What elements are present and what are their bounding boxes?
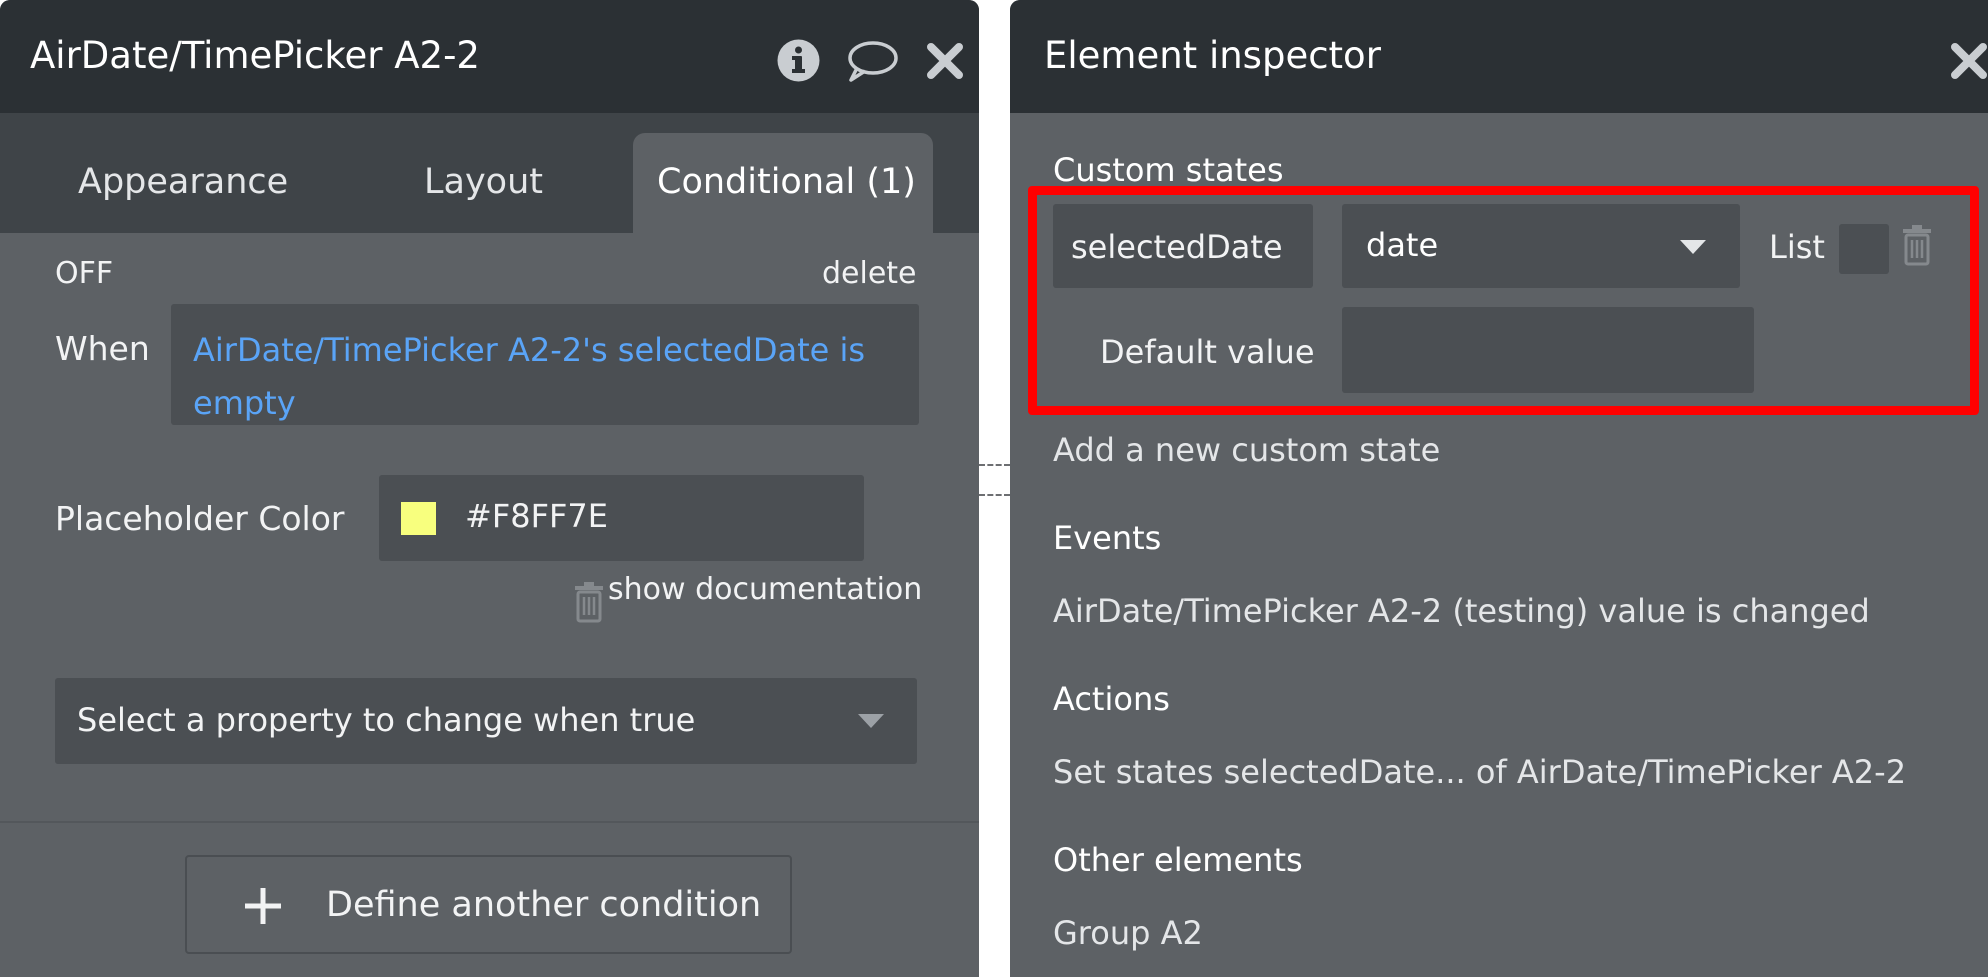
chevron-down-icon [858,714,884,728]
comment-icon[interactable] [845,38,899,84]
other-elements-heading: Other elements [1053,841,1303,879]
color-field[interactable]: #F8FF7E [379,475,864,561]
property-editor-titlebar: AirDate/TimePicker A2-2 [0,0,979,113]
tab-bar: Appearance Layout Conditional (1) [0,113,979,233]
section-divider [0,821,979,823]
property-select-placeholder: Select a property to change when true [77,701,696,739]
property-select-dropdown[interactable]: Select a property to change when true [55,678,917,764]
action-item[interactable]: Set states selectedDate... of AirDate/Ti… [1053,753,1906,791]
show-documentation-link[interactable]: show documentation [608,572,922,607]
when-label: When [55,329,150,368]
plus-icon [245,888,281,924]
event-item[interactable]: AirDate/TimePicker A2-2 (testing) value … [1053,592,1870,630]
element-inspector-titlebar: Element inspector [1010,0,1988,113]
trash-icon[interactable] [572,581,606,623]
events-heading: Events [1053,519,1162,557]
color-swatch[interactable] [401,502,436,535]
tab-layout[interactable]: Layout [424,162,543,202]
tab-appearance[interactable]: Appearance [78,162,288,202]
define-another-condition-button[interactable]: Define another condition [185,855,792,954]
add-custom-state-link[interactable]: Add a new custom state [1053,431,1440,469]
info-icon[interactable] [776,38,821,83]
other-element-item[interactable]: Group A2 [1053,914,1203,952]
when-expression-field[interactable]: AirDate/TimePicker A2-2's selectedDate i… [171,304,919,425]
color-hex-value[interactable]: #F8FF7E [465,497,608,535]
condition-status-toggle[interactable]: OFF [55,256,113,291]
placeholder-color-label: Placeholder Color [55,499,345,538]
delete-condition-link[interactable]: delete [822,256,917,291]
connector-line [979,464,1010,466]
actions-heading: Actions [1053,680,1170,718]
close-icon[interactable] [1950,42,1988,80]
element-title: AirDate/TimePicker A2-2 [30,34,480,77]
property-editor-panel: AirDate/TimePicker A2-2 Appearance Layou… [0,0,979,977]
element-inspector-panel: Element inspector Custom states selected… [1010,0,1988,977]
when-expression[interactable]: AirDate/TimePicker A2-2's selectedDate i… [193,324,893,430]
inspector-title: Element inspector [1044,34,1381,77]
define-another-condition-label: Define another condition [326,885,762,925]
connector-line [979,494,1010,496]
close-icon[interactable] [926,42,964,80]
tab-conditional[interactable]: Conditional (1) [657,162,916,202]
highlight-box [1028,186,1979,415]
custom-states-heading: Custom states [1053,151,1284,189]
